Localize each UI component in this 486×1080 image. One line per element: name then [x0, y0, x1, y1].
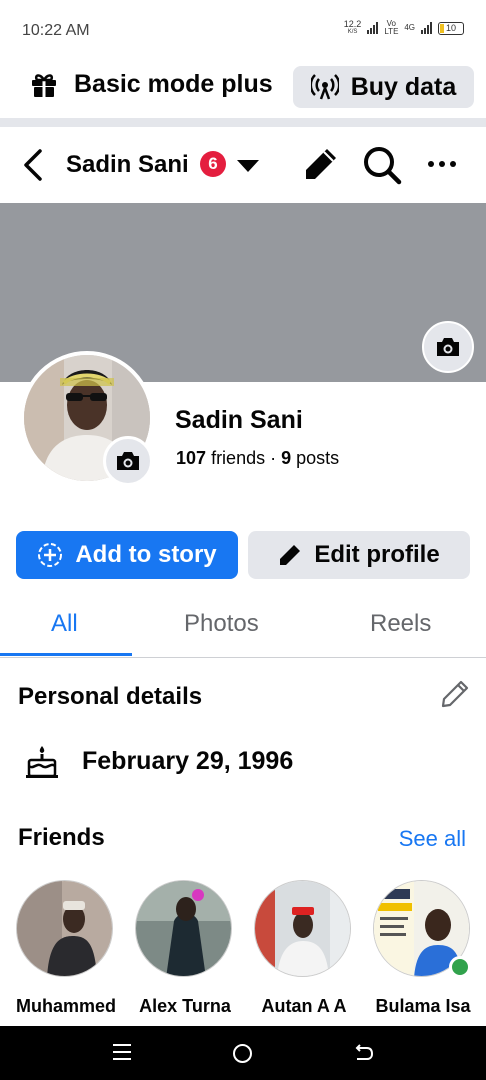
friend-avatar	[135, 880, 232, 977]
pencil-icon	[280, 545, 301, 565]
friend-avatar	[254, 880, 351, 977]
header-profile-name[interactable]: Sadin Sani	[66, 151, 189, 179]
basic-mode-label: Basic mode plus	[74, 70, 273, 98]
add-to-story-button[interactable]: Add to story	[16, 531, 238, 579]
search-icon[interactable]	[362, 145, 402, 185]
basic-mode-bar: Basic mode plus Buy data	[0, 58, 486, 118]
camera-icon	[117, 452, 139, 470]
see-all-friends-link[interactable]: See all	[399, 826, 466, 852]
signal-icon-2	[421, 22, 432, 34]
system-back-icon[interactable]	[354, 1042, 374, 1062]
friend-card[interactable]: Alex Turna	[135, 880, 235, 1016]
divider	[0, 118, 486, 127]
posts-count: 9	[281, 448, 292, 468]
volte-label: Vo LTE	[384, 19, 399, 36]
online-status-dot	[449, 956, 471, 978]
birthday-cake-icon	[26, 746, 58, 778]
posts-label: posts	[296, 448, 340, 468]
profile-header: Sadin Sani 6	[0, 127, 486, 203]
signal-icon	[367, 22, 379, 34]
birthday-value: February 29, 1996	[82, 747, 294, 775]
friends-count[interactable]: 107	[176, 448, 206, 468]
gift-icon	[32, 73, 56, 97]
friends-title: Friends	[18, 824, 105, 851]
tab-all[interactable]: All	[51, 610, 78, 638]
tab-photos[interactable]: Photos	[184, 610, 259, 638]
active-tab-indicator	[0, 653, 132, 656]
network-speed: 12.2 K/S	[343, 19, 362, 36]
avatar-camera-button[interactable]	[103, 436, 153, 486]
profile-tabs: All Photos Reels	[0, 598, 486, 658]
status-time: 10:22 AM	[22, 22, 90, 39]
recent-apps-icon[interactable]	[113, 1044, 131, 1060]
friend-name: Alex Turna	[139, 996, 231, 1016]
profile-name: Sadin Sani	[175, 406, 303, 434]
notification-badge: 6	[200, 151, 226, 177]
friend-name: Autan A A	[261, 996, 347, 1016]
pencil-icon[interactable]	[302, 145, 340, 183]
friend-card[interactable]: Muhammed	[16, 880, 116, 1016]
friend-name: Muhammed	[15, 996, 116, 1016]
edit-details-pencil-icon[interactable]	[440, 679, 470, 709]
edit-profile-button[interactable]: Edit profile	[248, 531, 470, 579]
caret-down-icon[interactable]	[236, 159, 260, 173]
edit-profile-label: Edit profile	[314, 541, 440, 568]
buy-data-label: Buy data	[350, 72, 457, 101]
tab-reels[interactable]: Reels	[370, 610, 431, 638]
friend-name: Bulama Isa	[375, 996, 471, 1016]
friend-card[interactable]: Autan A A	[254, 880, 354, 1016]
personal-details-title: Personal details	[18, 683, 203, 710]
friends-label: friends ·	[211, 448, 277, 468]
status-indicators: 12.2 K/S Vo LTE 4G 10	[344, 20, 464, 36]
system-nav-bar	[0, 1026, 486, 1080]
buy-data-button[interactable]: Buy data	[293, 66, 474, 108]
back-arrow-icon[interactable]	[18, 147, 48, 183]
add-to-story-label: Add to story	[75, 541, 217, 568]
camera-icon	[437, 338, 459, 356]
profile-stats: 107 friends · 9 posts	[176, 448, 339, 469]
home-icon[interactable]	[233, 1044, 252, 1063]
status-bar: 10:22 AM 12.2 K/S Vo LTE 4G 10	[0, 0, 486, 58]
plus-circle-icon	[38, 543, 63, 567]
basic-mode-button[interactable]: Basic mode plus	[30, 70, 273, 99]
battery-icon: 10	[438, 21, 464, 35]
broadcast-icon	[310, 74, 339, 100]
more-options-icon[interactable]	[428, 161, 456, 167]
cover-camera-button[interactable]	[422, 321, 474, 373]
friend-avatar	[16, 880, 113, 977]
network-gen-label: 4G	[404, 23, 415, 32]
